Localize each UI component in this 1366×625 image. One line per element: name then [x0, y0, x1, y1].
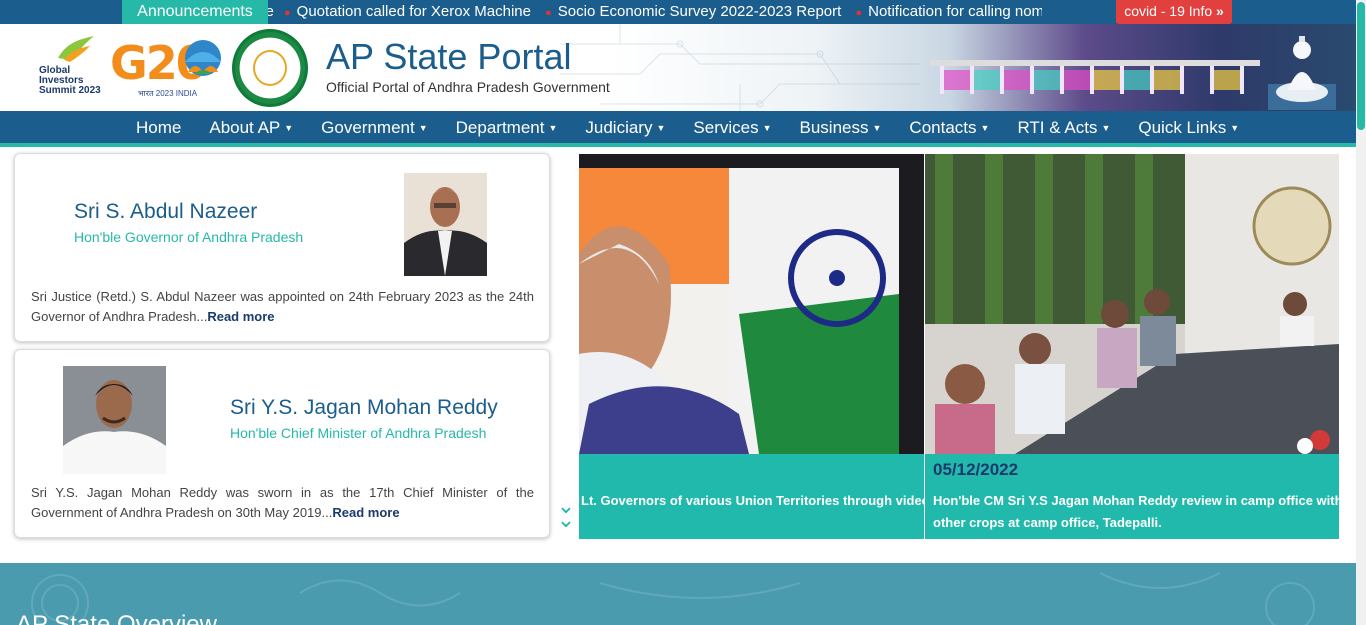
gis-title: Global Investors Summit 2023	[39, 65, 101, 96]
nav-list: Home About AP ▼ Government ▼ Department ▼ J…	[122, 111, 1253, 145]
nav-item-department[interactable]: Department ▼	[442, 118, 572, 138]
video-conference-image	[579, 154, 924, 454]
ap-state-emblem[interactable]	[232, 29, 308, 107]
bullet-icon: ●	[545, 7, 552, 19]
site-subtitle: Official Portal of Andhra Pradesh Govern…	[326, 79, 610, 95]
caret-down-icon: ▼	[284, 123, 294, 133]
site-title[interactable]: AP State Portal	[326, 36, 571, 78]
governor-description: Sri Justice (Retd.) S. Abdul Nazeer was …	[31, 289, 534, 324]
announcements-tab: Announcements	[122, 0, 268, 24]
page-scrollbar[interactable]	[1356, 0, 1366, 625]
slide-date: 05/12/2022	[933, 460, 1019, 479]
review-meeting-image	[925, 154, 1339, 454]
nav-item-judiciary[interactable]: Judiciary ▼	[571, 118, 679, 138]
page: ce ●Quotation called for Xerox Machine ●…	[0, 0, 1366, 625]
globe-lotus-icon	[185, 40, 221, 76]
scrollbar-thumb[interactable]	[1357, 2, 1365, 130]
governor-photo	[404, 173, 487, 276]
global-investors-summit-logo[interactable]: Global Investors Summit 2023	[30, 34, 108, 106]
chief-minister-photo	[63, 366, 166, 474]
slide-caption: 05/12/2022 Hon'ble CM Sri Y.S Jagan Moha…	[925, 454, 1339, 539]
slide-image	[925, 154, 1339, 454]
bullet-icon: ●	[284, 7, 291, 19]
bridge-illustration	[930, 60, 1260, 94]
main-navigation: Home About AP ▼ Government ▼ Department ▼ J…	[0, 111, 1356, 147]
governor-portrait-image	[404, 173, 487, 276]
emblem-center-icon	[253, 50, 287, 86]
ticker-item[interactable]: ●Notification for calling nominatior	[849, 3, 1042, 20]
buddha-statue-image	[1268, 36, 1336, 110]
ticker-item[interactable]: ● Quotation called for Xerox Machine	[278, 3, 531, 20]
nav-item-business[interactable]: Business ▼	[786, 118, 896, 138]
caret-down-icon: ▼	[980, 123, 990, 133]
ticker-item[interactable]: ● Socio Economic Survey 2022-2023 Report	[539, 3, 841, 20]
caret-down-icon: ▼	[872, 123, 882, 133]
caret-down-icon: ▼	[762, 123, 772, 133]
ticker-track: ce ●Quotation called for Xerox Machine ●…	[268, 3, 1042, 20]
caret-down-icon: ▼	[1230, 123, 1240, 133]
nav-item-services[interactable]: Services ▼	[679, 118, 785, 138]
g20-logo[interactable]: G20 भारत 2023 INDIA	[108, 36, 228, 102]
governor-role: Hon'ble Governor of Andhra Pradesh	[74, 229, 304, 245]
news-slide[interactable]: Lt. Governors of various Union Territori…	[579, 154, 924, 539]
slide-image	[579, 154, 924, 454]
bird-icon	[58, 36, 94, 62]
slide-caption-text: Lt. Governors of various Union Territori…	[581, 493, 924, 508]
slide-caption: Lt. Governors of various Union Territori…	[579, 454, 924, 539]
news-slide[interactable]: 05/12/2022 Hon'ble CM Sri Y.S Jagan Moha…	[925, 154, 1339, 539]
caret-down-icon: ▼	[1101, 123, 1111, 133]
chief-minister-card: Sri Y.S. Jagan Mohan Reddy Hon'ble Chief…	[14, 349, 550, 538]
double-chevron-right-icon: »	[1216, 3, 1224, 19]
nav-item-about-ap[interactable]: About AP ▼	[195, 118, 307, 138]
circuit-pattern-decoration	[560, 24, 920, 111]
nav-item-home[interactable]: Home	[122, 118, 195, 138]
caret-down-icon: ▼	[656, 123, 666, 133]
nav-item-contacts[interactable]: Contacts ▼	[895, 118, 1003, 138]
caret-down-icon: ▼	[548, 123, 558, 133]
chief-minister-name: Sri Y.S. Jagan Mohan Reddy	[230, 396, 498, 419]
nav-item-government[interactable]: Government ▼	[307, 118, 441, 138]
chief-minister-read-more-link[interactable]: Read more	[332, 505, 399, 520]
governor-read-more-link[interactable]: Read more	[207, 309, 274, 324]
scroll-down-chevrons-icon[interactable]: ⌄ ⌄	[555, 495, 577, 531]
caret-down-icon: ▼	[418, 123, 428, 133]
covid-info-button[interactable]: covid - 19 Info »	[1116, 0, 1232, 24]
bullet-icon: ●	[855, 7, 863, 19]
announcement-ticker: ce ●Quotation called for Xerox Machine ●…	[0, 0, 1366, 24]
overview-title: AP State Overview	[16, 611, 217, 625]
slide-caption-text: Hon'ble CM Sri Y.S Jagan Mohan Reddy rev…	[933, 493, 1339, 530]
chief-minister-description: Sri Y.S. Jagan Mohan Reddy was sworn in …	[31, 485, 534, 520]
chief-minister-role: Hon'ble Chief Minister of Andhra Pradesh	[230, 425, 487, 441]
ticker-item-partial[interactable]: ce	[268, 3, 274, 20]
g20-subtitle: भारत 2023 INDIA	[138, 89, 198, 98]
site-header: Global Investors Summit 2023 G20 भारत 20…	[0, 24, 1356, 111]
governor-name: Sri S. Abdul Nazeer	[74, 200, 258, 223]
governor-card: Sri S. Abdul Nazeer Hon'ble Governor of …	[14, 153, 550, 342]
nav-item-rti-acts[interactable]: RTI & Acts ▼	[1003, 118, 1124, 138]
chief-minister-portrait-image	[63, 366, 166, 474]
state-overview-section: AP State Overview	[0, 563, 1366, 625]
nav-item-quick-links[interactable]: Quick Links ▼	[1124, 118, 1253, 138]
